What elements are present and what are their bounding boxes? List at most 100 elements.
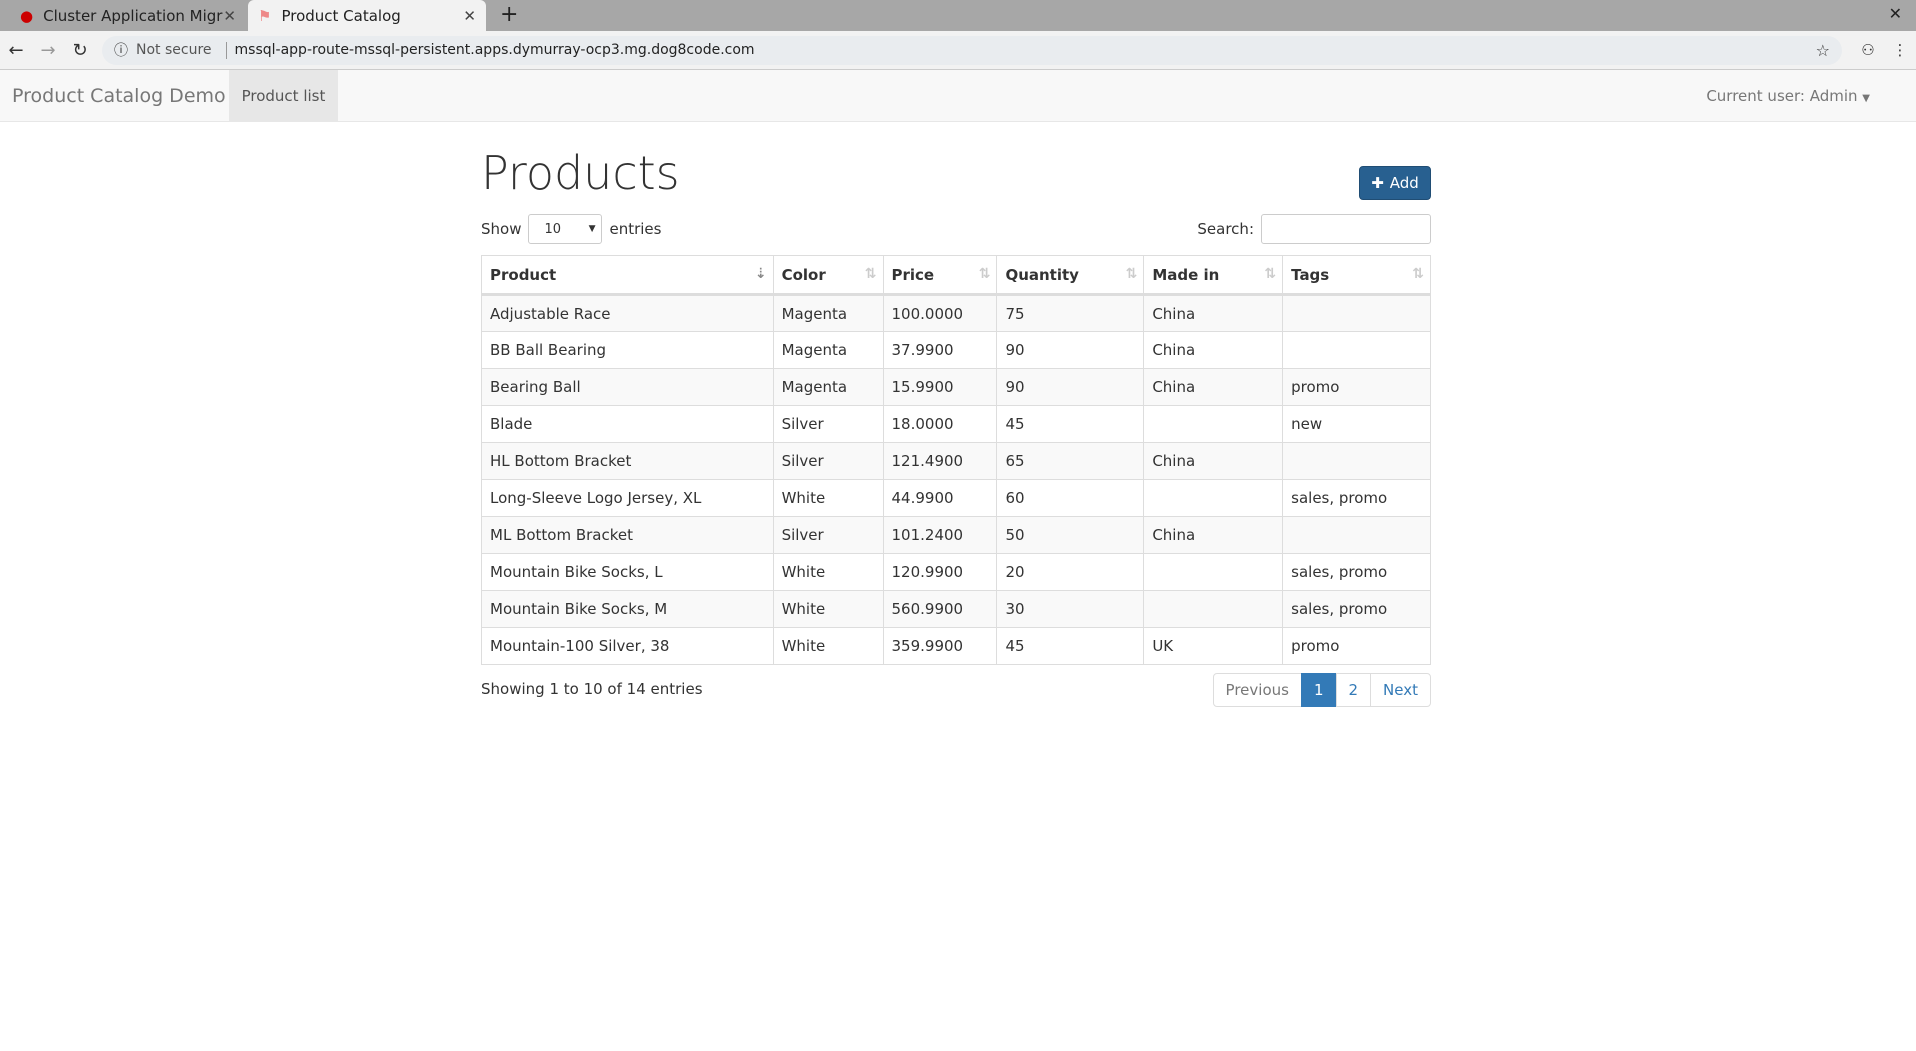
column-header-made-in[interactable]: Made in ⇅	[1143, 255, 1284, 296]
sort-ascending-icon: ⇣	[754, 266, 767, 282]
cell-made-in: China	[1143, 294, 1284, 332]
new-tab-button[interactable]: +	[500, 2, 518, 27]
cell-tags	[1282, 516, 1431, 554]
table-row[interactable]: Adjustable Race Magenta 100.0000 75 China	[481, 294, 1431, 332]
table-row[interactable]: Mountain Bike Socks, M White 560.9900 30 sal…	[481, 590, 1431, 628]
cell-made-in	[1143, 553, 1284, 591]
table-row[interactable]: ML Bottom Bracket Silver 101.2400 50 China	[481, 516, 1431, 554]
cell-price: 560.9900	[882, 590, 998, 628]
address-bar-row: ← → ↻ ⓘ Not secure mssql-app-route-mssql…	[0, 31, 1916, 70]
cell-made-in: UK	[1143, 627, 1284, 665]
cell-price: 100.0000	[882, 294, 998, 332]
sort-icon: ⇅	[978, 266, 991, 282]
entries-select[interactable]: 10 ▼	[528, 214, 603, 244]
cell-tags: promo	[1282, 368, 1431, 406]
current-user-dropdown[interactable]: Current user: Admin ▼	[1706, 87, 1870, 105]
table-row[interactable]: Mountain Bike Socks, L White 120.9900 20 sal…	[481, 553, 1431, 591]
dropdown-arrow-icon: ▼	[588, 224, 596, 234]
cell-quantity: 45	[996, 405, 1145, 443]
close-tab-icon[interactable]: ✕	[223, 7, 236, 25]
pagination: Previous 1 2 Next	[1212, 673, 1431, 707]
brand[interactable]: Product Catalog Demo	[12, 85, 226, 107]
cell-color: Silver	[772, 516, 884, 554]
cell-tags: sales, promo	[1282, 479, 1431, 517]
cell-product: Adjustable Race	[481, 294, 774, 332]
cell-price: 15.9900	[882, 368, 998, 406]
cell-quantity: 20	[996, 553, 1145, 591]
entries-length: Show 10 ▼ entries	[481, 214, 661, 244]
search-filter: Search:	[1197, 214, 1431, 244]
page-1-button[interactable]: 1	[1300, 673, 1337, 707]
cell-price: 44.9900	[882, 479, 998, 517]
tab-bar: ● Cluster Application Migration ✕ ⚑ Prod…	[0, 0, 1916, 31]
column-header-quantity[interactable]: Quantity ⇅	[996, 255, 1145, 296]
nav-product-list[interactable]: Product list	[229, 70, 338, 121]
table-info: Showing 1 to 10 of 14 entries	[481, 680, 703, 698]
search-input[interactable]	[1261, 214, 1431, 244]
cell-product: Mountain-100 Silver, 38	[481, 627, 774, 665]
menu-icon[interactable]: ⋮	[1884, 41, 1916, 59]
cell-tags: promo	[1282, 627, 1431, 665]
cell-made-in: China	[1143, 331, 1284, 369]
info-icon[interactable]: ⓘ	[114, 40, 128, 60]
column-header-price[interactable]: Price ⇅	[882, 255, 998, 296]
cell-color: White	[772, 590, 884, 628]
tab-product-catalog[interactable]: ⚑ Product Catalog ✕	[248, 0, 486, 31]
cell-product: Bearing Ball	[481, 368, 774, 406]
forward-icon[interactable]: →	[32, 40, 64, 61]
cell-made-in: China	[1143, 516, 1284, 554]
cell-quantity: 45	[996, 627, 1145, 665]
cell-tags	[1282, 442, 1431, 480]
cell-product: Mountain Bike Socks, M	[481, 590, 774, 628]
extension-icon[interactable]: ⚇	[1852, 41, 1884, 59]
table-row[interactable]: Long-Sleeve Logo Jersey, XL White 44.9900 6…	[481, 479, 1431, 517]
cell-color: Magenta	[772, 368, 884, 406]
products-table: Product ⇣ Color ⇅ Price ⇅ Quantity ⇅ Made in ⇅ Tag…	[481, 255, 1431, 665]
table-row[interactable]: Bearing Ball Magenta 15.9900 90 China promo	[481, 368, 1431, 406]
table-row[interactable]: Blade Silver 18.0000 45 new	[481, 405, 1431, 443]
cell-product: Blade	[481, 405, 774, 443]
cell-color: Silver	[772, 405, 884, 443]
divider	[225, 41, 227, 59]
cell-price: 101.2400	[882, 516, 998, 554]
cell-made-in: China	[1143, 368, 1284, 406]
cell-color: White	[772, 553, 884, 591]
cell-tags	[1282, 331, 1431, 369]
tab-cluster-migration[interactable]: ● Cluster Application Migration ✕	[10, 0, 246, 31]
cell-product: Mountain Bike Socks, L	[481, 553, 774, 591]
cell-tags	[1282, 294, 1431, 332]
reload-icon[interactable]: ↻	[64, 40, 96, 61]
cell-product: Long-Sleeve Logo Jersey, XL	[481, 479, 774, 517]
cell-price: 37.9900	[882, 331, 998, 369]
page-2-button[interactable]: 2	[1335, 673, 1372, 707]
back-icon[interactable]: ←	[0, 40, 32, 61]
next-page-button[interactable]: Next	[1370, 673, 1431, 707]
cell-made-in	[1143, 479, 1284, 517]
cell-tags: sales, promo	[1282, 553, 1431, 591]
sort-icon: ⇅	[1412, 266, 1424, 282]
cell-quantity: 50	[996, 516, 1145, 554]
url-bar[interactable]: ⓘ Not secure mssql-app-route-mssql-persi…	[102, 35, 1842, 65]
cell-quantity: 60	[996, 479, 1145, 517]
cell-made-in	[1143, 405, 1284, 443]
previous-page-button[interactable]: Previous	[1212, 673, 1302, 707]
cell-price: 121.4900	[882, 442, 998, 480]
column-header-product[interactable]: Product ⇣	[481, 255, 774, 296]
app-icon: ⚑	[258, 6, 272, 25]
cell-quantity: 90	[996, 331, 1145, 369]
close-tab-icon[interactable]: ✕	[463, 7, 476, 25]
add-button[interactable]: ✚ Add	[1359, 166, 1431, 200]
bookmark-star-icon[interactable]: ☆	[1816, 41, 1830, 60]
cell-made-in	[1143, 590, 1284, 628]
table-row[interactable]: BB Ball Bearing Magenta 37.9900 90 China	[481, 331, 1431, 369]
column-header-tags[interactable]: Tags ⇅	[1282, 255, 1431, 296]
column-header-color[interactable]: Color ⇅	[772, 255, 884, 296]
table-row[interactable]: HL Bottom Bracket Silver 121.4900 65 China	[481, 442, 1431, 480]
sort-icon: ⇅	[864, 266, 877, 282]
plus-icon: ✚	[1371, 174, 1384, 192]
cell-quantity: 65	[996, 442, 1145, 480]
window-close-icon[interactable]: ✕	[1889, 4, 1902, 23]
table-row[interactable]: Mountain-100 Silver, 38 White 359.9900 45 UK…	[481, 627, 1431, 665]
sort-icon: ⇅	[1125, 266, 1138, 282]
cell-color: Magenta	[772, 294, 884, 332]
